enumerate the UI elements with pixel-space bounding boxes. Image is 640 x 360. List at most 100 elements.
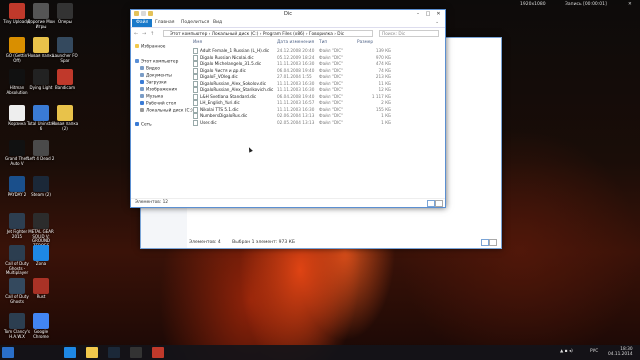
file-name: Digalo Michelangelo_31.5.dic bbox=[200, 61, 262, 66]
title-bar[interactable]: Dic – □ ✕ bbox=[131, 10, 445, 19]
desktop-icon[interactable]: Steam (2) bbox=[26, 176, 56, 198]
file-row[interactable]: DigaloF_VOleg.dic 27.01.2004 1:55 Файл "DI… bbox=[191, 74, 443, 80]
tiles-view-button[interactable] bbox=[435, 200, 443, 207]
file-name: Adult Female_1 Russian (L_H).dic bbox=[200, 48, 270, 53]
desktop-icon[interactable]: Новая папка (2) bbox=[50, 105, 80, 131]
start-button[interactable] bbox=[2, 347, 14, 358]
desktop-icon bbox=[140, 101, 144, 105]
explorer-taskbar-icon[interactable] bbox=[86, 347, 98, 358]
file-icon bbox=[193, 48, 198, 54]
desktop-icon[interactable]: Google Chrome bbox=[26, 313, 56, 339]
file-size-cell: 1 КБ bbox=[381, 119, 391, 125]
address-bar[interactable]: Этот компьютер › Локальный диск (C:) › P… bbox=[163, 30, 373, 37]
details-view-button[interactable] bbox=[481, 239, 489, 246]
app-icon bbox=[9, 213, 25, 229]
file-row[interactable]: DigaloRussian_Alex_Starikovich.dic 11.11.… bbox=[191, 87, 443, 93]
disk-icon bbox=[140, 108, 144, 112]
file-row[interactable]: Digalo Чистя и др.dic 06.04.2008 19:40 Фай… bbox=[191, 67, 443, 74]
nav-item-label: Музыка bbox=[146, 94, 164, 100]
column-type[interactable]: Тип bbox=[319, 40, 327, 45]
file-icon bbox=[193, 80, 198, 87]
taskbar: ▲ ▪ ◂) РУС 18:30 04.11.2014 bbox=[0, 345, 640, 360]
close-icon[interactable]: ✕ bbox=[628, 2, 632, 7]
nav-item[interactable]: Избранное bbox=[135, 44, 165, 50]
bandicam-taskbar-icon[interactable] bbox=[152, 347, 164, 358]
up-arrow-icon[interactable]: ↑ bbox=[150, 31, 154, 37]
tiles-view-button[interactable] bbox=[489, 239, 497, 246]
file-row[interactable]: Adult Female_1 Russian (L_H).dic 24.12.20… bbox=[191, 48, 443, 54]
file-name-cell: Nikolai TTS 5.1.dic bbox=[193, 106, 239, 113]
file-row[interactable]: NumbersDigaloRus.dic 02.06.2004 13:13 Файл… bbox=[191, 113, 443, 119]
column-size[interactable]: Размер bbox=[357, 40, 373, 45]
file-icon bbox=[193, 113, 198, 119]
desktop-icon[interactable]: Bandicam bbox=[50, 69, 80, 91]
file-type-cell: Файл "DIC" bbox=[319, 93, 344, 99]
desktop-icon[interactable]: Оперы bbox=[50, 3, 80, 25]
file-size-cell: 11 КБ bbox=[378, 80, 391, 86]
file-row[interactable]: L&H Svetlana Standard.dic 06.04.2008 19:4… bbox=[191, 93, 443, 100]
nav-item-label: Изображения bbox=[146, 87, 177, 93]
tab-home[interactable]: Главная bbox=[153, 20, 176, 25]
tab-file[interactable]: Файл bbox=[132, 19, 153, 27]
ribbon-tabs: Файл Главная Поделиться Вид ⌄ bbox=[131, 19, 445, 28]
recording-label: Запись [00:00:01] bbox=[565, 2, 607, 7]
tab-share[interactable]: Поделиться bbox=[179, 20, 211, 25]
minimize-button[interactable]: – bbox=[413, 10, 423, 18]
ie-taskbar-icon[interactable] bbox=[64, 347, 76, 358]
file-date-cell: 24.12.2008 20:40 bbox=[277, 48, 315, 53]
column-date[interactable]: Дата изменения bbox=[277, 40, 314, 45]
file-date-cell: 27.01.2004 1:55 bbox=[277, 74, 312, 79]
back-arrow-icon[interactable]: ← bbox=[134, 31, 138, 37]
file-row[interactable]: Digalo Michelangelo_31.5.dic 11.11.2003 1… bbox=[191, 61, 443, 67]
nav-item[interactable]: Этот компьютер bbox=[135, 59, 178, 65]
steam-taskbar-icon[interactable] bbox=[108, 347, 120, 358]
file-type-cell: Файл "DIC" bbox=[319, 54, 344, 60]
nav-item[interactable]: Музыка bbox=[140, 94, 163, 100]
close-button[interactable]: ✕ bbox=[433, 10, 444, 18]
file-type-cell: Файл "DIC" bbox=[319, 67, 344, 73]
nav-item-label: Этот компьютер bbox=[141, 59, 179, 65]
nav-item[interactable]: Документы bbox=[140, 73, 172, 79]
file-row[interactable]: LH_English_Yuri.dic 11.11.2003 16:57 Файл … bbox=[191, 100, 443, 106]
language-indicator[interactable]: РУС bbox=[590, 349, 598, 354]
clock[interactable]: 18:30 04.11.2014 bbox=[608, 347, 633, 357]
desktop-icon[interactable]: METAL GEAR SOLID V: GROUND ZEROES bbox=[26, 213, 56, 248]
file-row[interactable]: User.dic 02.05.2004 13:13 Файл "DIC" 1 КБ bbox=[191, 119, 443, 126]
document-icon bbox=[140, 73, 144, 77]
status-count: Элементов: 12 bbox=[135, 200, 169, 205]
tab-view[interactable]: Вид bbox=[211, 20, 224, 25]
nav-item[interactable]: Локальный диск (C:) bbox=[140, 108, 193, 114]
details-view-button[interactable] bbox=[427, 200, 435, 207]
monitor-taskbar-icon[interactable] bbox=[130, 347, 142, 358]
nav-item-label: Загрузки bbox=[146, 80, 167, 86]
app-icon bbox=[33, 213, 49, 229]
nav-item[interactable]: Рабочий стол bbox=[140, 101, 176, 107]
desktop-icon[interactable]: Rust bbox=[26, 278, 56, 300]
app-icon bbox=[57, 37, 73, 53]
file-type-cell: Файл "DIC" bbox=[319, 113, 344, 118]
desktop-icon[interactable]: Zona bbox=[26, 245, 56, 267]
ribbon-expand-icon[interactable]: ⌄ bbox=[433, 20, 441, 25]
file-type-cell: Файл "DIC" bbox=[319, 100, 344, 105]
file-row[interactable]: Digalo Russian Nicolai.dic 05.12.2009 18:… bbox=[191, 54, 443, 61]
music-icon bbox=[140, 94, 144, 98]
explorer-window[interactable]: Dic – □ ✕ Файл Главная Поделиться Вид ⌄ … bbox=[130, 9, 446, 208]
desktop-icon-label: Google Chrome bbox=[33, 329, 49, 339]
file-row[interactable]: DigaloRussian_Alex_Sokolov.dic 11.11.2003… bbox=[191, 80, 443, 87]
maximize-button[interactable]: □ bbox=[423, 10, 433, 18]
file-size-cell: 474 КБ bbox=[375, 61, 391, 66]
desktop-icon[interactable]: Left 4 Dead 2 bbox=[26, 140, 56, 162]
app-icon bbox=[33, 245, 49, 261]
forward-arrow-icon[interactable]: → bbox=[142, 31, 146, 37]
nav-item[interactable]: Видео bbox=[140, 66, 160, 72]
nav-item[interactable]: Загрузки bbox=[140, 80, 167, 86]
search-input[interactable]: Поиск: Dic bbox=[379, 30, 439, 37]
file-row[interactable]: Nikolai TTS 5.1.dic 11.11.2003 16:30 Файл … bbox=[191, 106, 443, 113]
column-name[interactable]: Имя bbox=[193, 40, 202, 45]
nav-item[interactable]: Изображения bbox=[140, 87, 177, 93]
file-type-cell: Файл "DIC" bbox=[319, 87, 344, 92]
file-size-cell: 155 КБ bbox=[375, 106, 391, 112]
tray-icons[interactable]: ▲ ▪ ◂) bbox=[560, 349, 573, 354]
desktop-icon[interactable]: Launcher FO Spar bbox=[50, 37, 80, 63]
nav-item[interactable]: Сеть bbox=[135, 122, 152, 128]
